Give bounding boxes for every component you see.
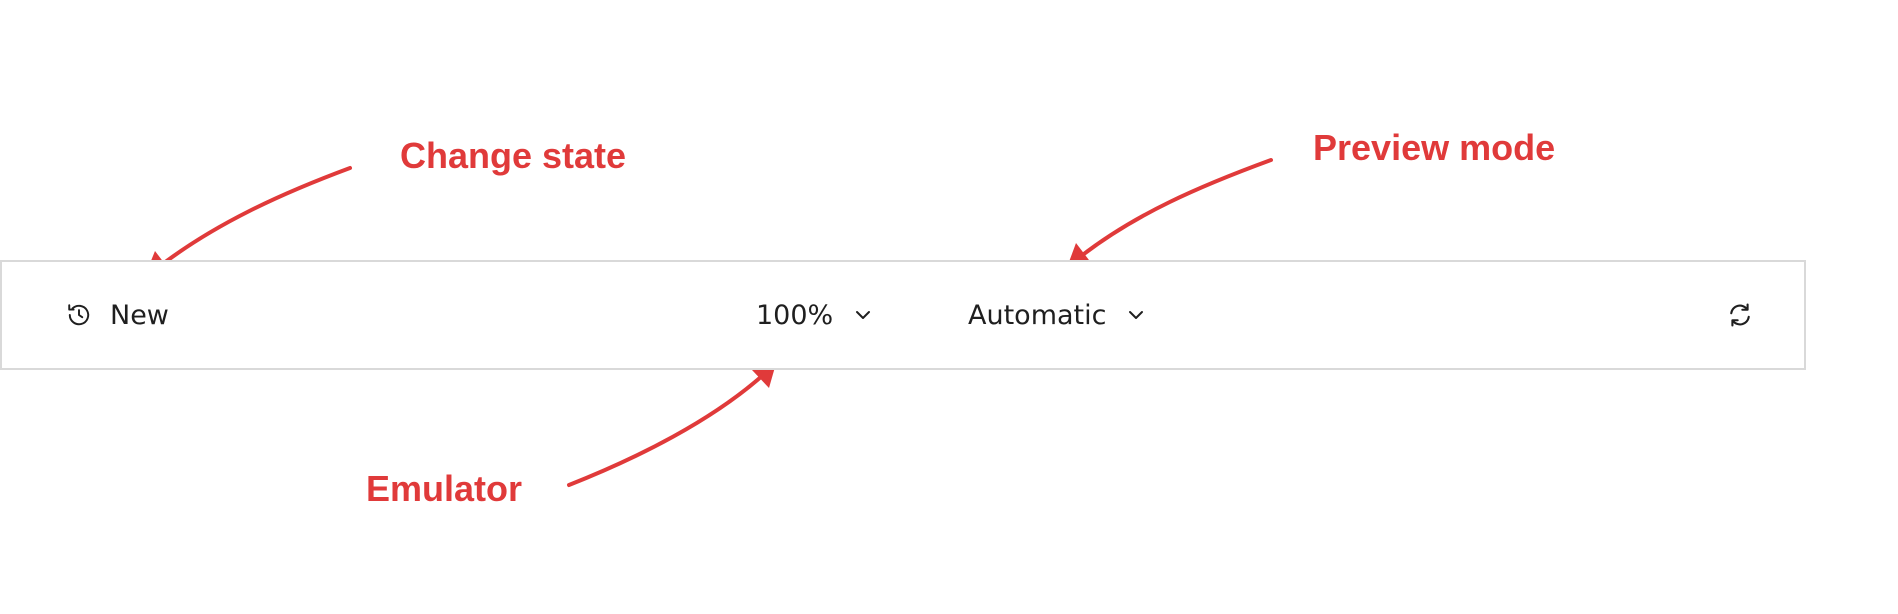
refresh-icon	[1726, 301, 1754, 329]
annotation-emulator: Emulator	[366, 468, 523, 509]
annotation-preview-mode: Preview mode	[1313, 127, 1556, 168]
refresh-button[interactable]	[1726, 262, 1754, 368]
preview-mode-value: Automatic	[968, 299, 1107, 331]
zoom-value: 100%	[756, 299, 834, 331]
preview-toolbar: New 100% Automatic	[0, 260, 1806, 370]
history-icon	[66, 302, 92, 328]
change-state-button[interactable]: New	[66, 262, 169, 368]
annotation-change-state: Change state	[400, 135, 627, 176]
chevron-down-icon	[853, 305, 873, 325]
state-label: New	[110, 299, 169, 331]
preview-mode-arrow	[1066, 158, 1273, 270]
emulator-arrow	[567, 360, 777, 487]
zoom-dropdown[interactable]: 100%	[756, 262, 873, 368]
preview-mode-dropdown[interactable]: Automatic	[968, 262, 1146, 368]
chevron-down-icon	[1126, 305, 1146, 325]
